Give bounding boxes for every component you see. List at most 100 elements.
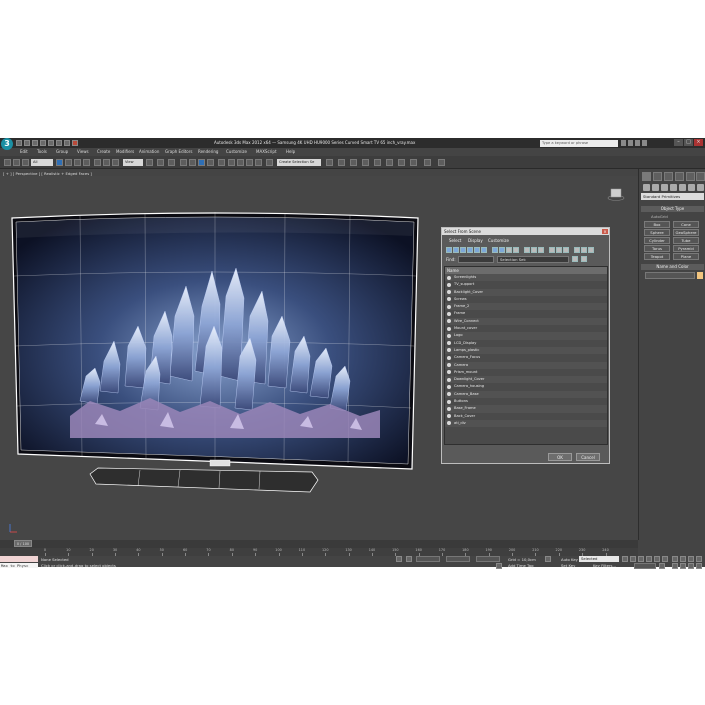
- selection-set-dropdown[interactable]: Selection Set:: [497, 256, 569, 263]
- current-frame-field[interactable]: [634, 563, 656, 569]
- field-of-view-icon[interactable]: [672, 563, 678, 569]
- object-color-swatch[interactable]: [697, 272, 703, 279]
- list-item[interactable]: Backlight_Cover: [445, 288, 607, 296]
- display-groups-icon[interactable]: [492, 247, 498, 253]
- maxscript-listener-top[interactable]: [0, 556, 38, 562]
- display-bones-icon[interactable]: [506, 247, 512, 253]
- save-file-icon[interactable]: [32, 140, 38, 146]
- time-slider[interactable]: 0 / 100: [14, 540, 32, 547]
- menu-help[interactable]: Help: [286, 149, 295, 154]
- window-crossing-icon[interactable]: [83, 159, 90, 166]
- select-dependents-icon[interactable]: [556, 247, 562, 253]
- pan-icon[interactable]: [680, 563, 686, 569]
- ok-button[interactable]: OK: [548, 453, 572, 461]
- spinner-snap-icon[interactable]: [207, 159, 214, 166]
- star-icon[interactable]: [635, 140, 640, 146]
- menu-views[interactable]: Views: [77, 149, 89, 154]
- list-item[interactable]: Camera_Base: [445, 390, 607, 399]
- zoom-all-icon[interactable]: [680, 556, 686, 562]
- list-item[interactable]: Screenlights: [445, 274, 607, 282]
- select-manipulate-icon[interactable]: [157, 159, 164, 166]
- zoom-icon[interactable]: [672, 556, 678, 562]
- modify-tab-icon[interactable]: [653, 172, 662, 181]
- set-key-button[interactable]: Set Key: [561, 563, 575, 568]
- search-input[interactable]: Type a keyword or phrase: [540, 140, 618, 147]
- snaps-toggle-icon[interactable]: [180, 159, 187, 166]
- absolute-mode-icon[interactable]: [406, 556, 412, 562]
- object-type-rollout[interactable]: Object Type: [641, 206, 704, 212]
- y-coordinate-field[interactable]: [446, 556, 470, 562]
- add-time-tag[interactable]: Add Time Tag: [508, 563, 533, 568]
- cylinder-button[interactable]: Cylinder: [644, 237, 670, 244]
- rectangle-selection-icon[interactable]: [74, 159, 81, 166]
- undo-icon[interactable]: [40, 140, 46, 146]
- select-object-icon[interactable]: [56, 159, 63, 166]
- list-item[interactable]: LCD_Display: [445, 340, 607, 347]
- render-iterative-icon[interactable]: [386, 159, 393, 166]
- orbit-icon[interactable]: [688, 563, 694, 569]
- name-and-color-rollout[interactable]: Name and Color: [641, 264, 704, 270]
- filter-icon[interactable]: [574, 247, 580, 253]
- maximize-viewport-icon[interactable]: [696, 563, 702, 569]
- x-coordinate-field[interactable]: [416, 556, 440, 562]
- move-icon[interactable]: [94, 159, 101, 166]
- environment-icon[interactable]: [438, 159, 445, 166]
- pyramid-button[interactable]: Pyramid: [673, 245, 699, 252]
- maximize-button[interactable]: □: [684, 139, 693, 146]
- subscription-icon[interactable]: [628, 140, 633, 146]
- play-icon[interactable]: [638, 556, 644, 562]
- select-children-icon[interactable]: [563, 247, 569, 253]
- z-coordinate-field[interactable]: [476, 556, 500, 562]
- systems-icon[interactable]: [697, 184, 704, 191]
- autogrid-checkbox[interactable]: AutoGrid: [651, 214, 668, 219]
- sphere-button[interactable]: Sphere: [644, 229, 670, 236]
- material-editor-icon[interactable]: [338, 159, 345, 166]
- display-geometry-icon[interactable]: [446, 247, 452, 253]
- display-all-icon[interactable]: [524, 247, 530, 253]
- hierarchy-tab-icon[interactable]: [664, 172, 673, 181]
- teapot-button[interactable]: Teapot: [644, 253, 670, 260]
- menu-customize[interactable]: Customize: [226, 149, 247, 154]
- dialog-menu-select[interactable]: Select: [449, 238, 461, 243]
- cameras-icon[interactable]: [670, 184, 677, 191]
- time-config-icon[interactable]: [659, 563, 665, 569]
- select-by-name-icon[interactable]: [65, 159, 72, 166]
- geometry-icon[interactable]: [643, 184, 650, 191]
- lock-selection-icon[interactable]: [396, 556, 402, 562]
- list-item[interactable]: Base_Frame: [445, 405, 607, 413]
- find-input[interactable]: [458, 256, 494, 263]
- key-mode-icon[interactable]: [662, 556, 668, 562]
- bind-space-warp-icon[interactable]: [22, 159, 29, 166]
- dialog-menu-display[interactable]: Display: [468, 238, 483, 243]
- go-to-end-icon[interactable]: [654, 556, 660, 562]
- list-item[interactable]: Back_Cover: [445, 413, 607, 420]
- display-spacewarps-icon[interactable]: [481, 247, 487, 253]
- display-cameras-icon[interactable]: [467, 247, 473, 253]
- named-selection-dropdown[interactable]: Create Selection Se: [277, 159, 321, 166]
- display-xrefs-icon[interactable]: [499, 247, 505, 253]
- key-filter-dropdown[interactable]: Selected: [579, 556, 619, 562]
- list-item[interactable]: Mount_cover: [445, 325, 607, 332]
- shapes-icon[interactable]: [652, 184, 659, 191]
- torus-button[interactable]: Torus: [644, 245, 670, 252]
- select-link-icon[interactable]: [4, 159, 11, 166]
- menu-graph-editors[interactable]: Graph Editors: [165, 149, 192, 154]
- redo-icon[interactable]: [48, 140, 54, 146]
- helpers-icon[interactable]: [679, 184, 686, 191]
- list-item[interactable]: Prism_mount: [445, 369, 607, 376]
- go-to-start-icon[interactable]: [622, 556, 628, 562]
- list-item[interactable]: TV_support: [445, 281, 607, 288]
- zoom-extents-icon[interactable]: [688, 556, 694, 562]
- unlink-icon[interactable]: [13, 159, 20, 166]
- time-slider-track[interactable]: 0 / 100: [0, 540, 638, 548]
- render-production-icon[interactable]: [374, 159, 381, 166]
- binoculars-icon[interactable]: [621, 140, 626, 146]
- reference-coordinate-dropdown[interactable]: View: [123, 159, 143, 166]
- name-column-header[interactable]: Name: [445, 267, 607, 274]
- menu-tools[interactable]: Tools: [37, 149, 47, 154]
- tube-button[interactable]: Tube: [673, 237, 699, 244]
- list-item[interactable]: Screws: [445, 296, 607, 303]
- display-tab-icon[interactable]: [686, 172, 695, 181]
- help-icon[interactable]: [642, 140, 647, 146]
- list-item[interactable]: Logo: [445, 332, 607, 340]
